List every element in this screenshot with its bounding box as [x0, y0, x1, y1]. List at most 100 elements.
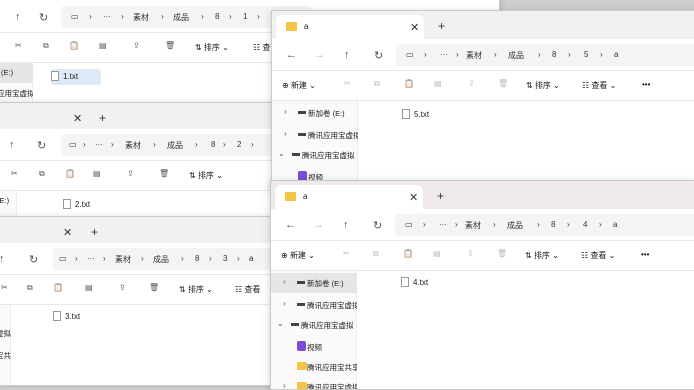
address-bar[interactable]: ▭ › ··· › 素材 › 成品 › 8 › 4 › a: [395, 214, 694, 236]
file-item[interactable]: 5.txt: [402, 107, 452, 123]
cut-icon[interactable]: ✂: [15, 41, 22, 50]
new-button[interactable]: ⊕ 新建 ⌄: [281, 250, 315, 261]
crumb[interactable]: a: [614, 50, 618, 59]
sidebar-item-app[interactable]: 虚拟: [0, 323, 11, 343]
delete-icon[interactable]: 🗑: [159, 169, 169, 178]
share-icon[interactable]: ⇪: [119, 283, 126, 292]
view-button[interactable]: ☷ 查: [253, 42, 270, 53]
copy-icon[interactable]: ⧉: [27, 283, 33, 293]
rename-icon[interactable]: ▤: [99, 41, 107, 50]
crumb[interactable]: 成品: [173, 12, 189, 23]
file-item[interactable]: 3.txt: [53, 309, 103, 325]
sidebar-item-app[interactable]: 应用宝虚拟: [0, 83, 33, 103]
new-tab-icon[interactable]: +: [99, 111, 106, 125]
up-icon[interactable]: ↑: [0, 253, 5, 265]
sidebar-item-app-virtual-2[interactable]: › 腾讯应用宝虚拟: [271, 377, 357, 389]
crumb[interactable]: 素材: [133, 12, 149, 23]
crumb[interactable]: 8: [215, 12, 219, 21]
refresh-icon[interactable]: ↻: [374, 49, 383, 62]
refresh-icon[interactable]: ↻: [39, 11, 48, 24]
tab-a[interactable]: a ✕: [275, 185, 423, 209]
share-icon[interactable]: ⇪: [133, 41, 140, 50]
rename-icon[interactable]: ▤: [434, 79, 442, 88]
crumb[interactable]: 2: [237, 140, 241, 149]
crumb[interactable]: 4: [583, 220, 587, 229]
crumb[interactable]: 成品: [167, 140, 183, 151]
forward-icon[interactable]: →: [314, 49, 325, 61]
tab-a[interactable]: a ✕: [276, 15, 424, 39]
view-button[interactable]: ☷ 查看: [235, 284, 260, 295]
crumb[interactable]: 5: [584, 50, 588, 59]
crumb[interactable]: 素材: [465, 220, 481, 231]
new-button[interactable]: ⊕ 新建 ⌄: [282, 80, 316, 91]
crumb[interactable]: 素材: [115, 254, 131, 265]
sort-button[interactable]: ⇅ 排序 ⌄: [195, 42, 229, 53]
sort-button[interactable]: ⇅ 排序 ⌄: [179, 284, 213, 295]
cut-icon[interactable]: ✂: [343, 249, 350, 258]
sort-button[interactable]: ⇅ 排序 ⌄: [189, 170, 223, 181]
paste-icon[interactable]: 📋: [69, 41, 79, 50]
more-path-icon[interactable]: ···: [103, 12, 111, 21]
paste-icon[interactable]: 📋: [403, 249, 413, 258]
share-icon[interactable]: ⇪: [127, 169, 134, 178]
share-icon[interactable]: ⇪: [468, 79, 475, 88]
new-tab-icon[interactable]: +: [437, 189, 444, 203]
paste-icon[interactable]: 📋: [65, 169, 75, 178]
up-icon[interactable]: ↑: [344, 49, 350, 61]
crumb[interactable]: 成品: [153, 254, 169, 265]
sidebar-item-video[interactable]: 视频: [271, 337, 357, 357]
rename-icon[interactable]: ▤: [433, 249, 441, 258]
sort-button[interactable]: ⇅ 排序 ⌄: [525, 250, 559, 261]
crumb[interactable]: a: [249, 254, 253, 263]
view-button[interactable]: ☷ 查看 ⌄: [581, 250, 615, 261]
close-tab-icon[interactable]: ✕: [63, 226, 72, 239]
refresh-icon[interactable]: ↻: [29, 253, 38, 266]
address-bar[interactable]: ▭ › ··· › 素材 › 成品 › 8 › 5 › a: [396, 44, 694, 66]
share-icon[interactable]: ⇪: [467, 249, 474, 258]
view-button[interactable]: ☷ 查看 ⌄: [582, 80, 616, 91]
sort-button[interactable]: ⇅ 排序 ⌄: [526, 80, 560, 91]
refresh-icon[interactable]: ↻: [373, 219, 382, 232]
new-tab-icon[interactable]: +: [438, 19, 445, 33]
more-path-icon[interactable]: ···: [87, 254, 95, 263]
sidebar-item-app-virtual-expanded[interactable]: ⌄ 腾讯应用宝虚拟: [271, 315, 357, 335]
delete-icon[interactable]: 🗑: [498, 79, 508, 88]
forward-icon[interactable]: →: [313, 219, 324, 231]
cut-icon[interactable]: ✂: [11, 169, 18, 178]
crumb[interactable]: 3: [223, 254, 227, 263]
sidebar-item-app-shared[interactable]: 腾讯应用宝共享: [271, 357, 357, 377]
file-item[interactable]: 2.txt: [63, 197, 113, 213]
cut-icon[interactable]: ✂: [1, 283, 8, 292]
crumb[interactable]: a: [613, 220, 617, 229]
refresh-icon[interactable]: ↻: [37, 139, 46, 152]
paste-icon[interactable]: 📋: [53, 283, 63, 292]
crumb[interactable]: 8: [552, 50, 556, 59]
close-tab-icon[interactable]: ✕: [410, 21, 419, 34]
crumb[interactable]: 素材: [466, 50, 482, 61]
copy-icon[interactable]: ⧉: [373, 249, 379, 259]
file-item[interactable]: 4.txt: [401, 275, 451, 291]
more-path-icon[interactable]: ···: [440, 50, 448, 59]
copy-icon[interactable]: ⧉: [43, 41, 49, 51]
crumb[interactable]: 8: [551, 220, 555, 229]
sidebar-item-drive[interactable]: (E:): [0, 63, 33, 83]
sidebar-item-app-virtual[interactable]: › 腾讯应用宝虚拟: [271, 295, 357, 315]
delete-icon[interactable]: 🗑: [497, 249, 507, 258]
up-icon[interactable]: ↑: [15, 11, 21, 23]
new-tab-icon[interactable]: +: [91, 225, 98, 239]
delete-icon[interactable]: 🗑: [149, 283, 159, 292]
copy-icon[interactable]: ⧉: [39, 169, 45, 179]
sidebar-item-drive[interactable]: (E:): [0, 191, 17, 211]
more-icon[interactable]: •••: [642, 80, 650, 89]
close-tab-icon[interactable]: ✕: [73, 112, 82, 125]
sidebar-item-app-virtual-expanded[interactable]: ⌄ 腾讯应用宝虚拟: [272, 145, 358, 165]
sidebar-item-drive-e[interactable]: › 新加卷 (E:): [271, 273, 357, 293]
rename-icon[interactable]: ▤: [93, 169, 101, 178]
file-item[interactable]: 1.txt: [51, 69, 101, 85]
up-icon[interactable]: ↑: [9, 139, 15, 151]
more-icon[interactable]: •••: [641, 250, 649, 259]
close-tab-icon[interactable]: ✕: [409, 191, 418, 204]
sidebar-item-app[interactable]: 宝共: [0, 345, 11, 365]
back-icon[interactable]: ←: [285, 219, 296, 231]
crumb[interactable]: 成品: [508, 50, 524, 61]
